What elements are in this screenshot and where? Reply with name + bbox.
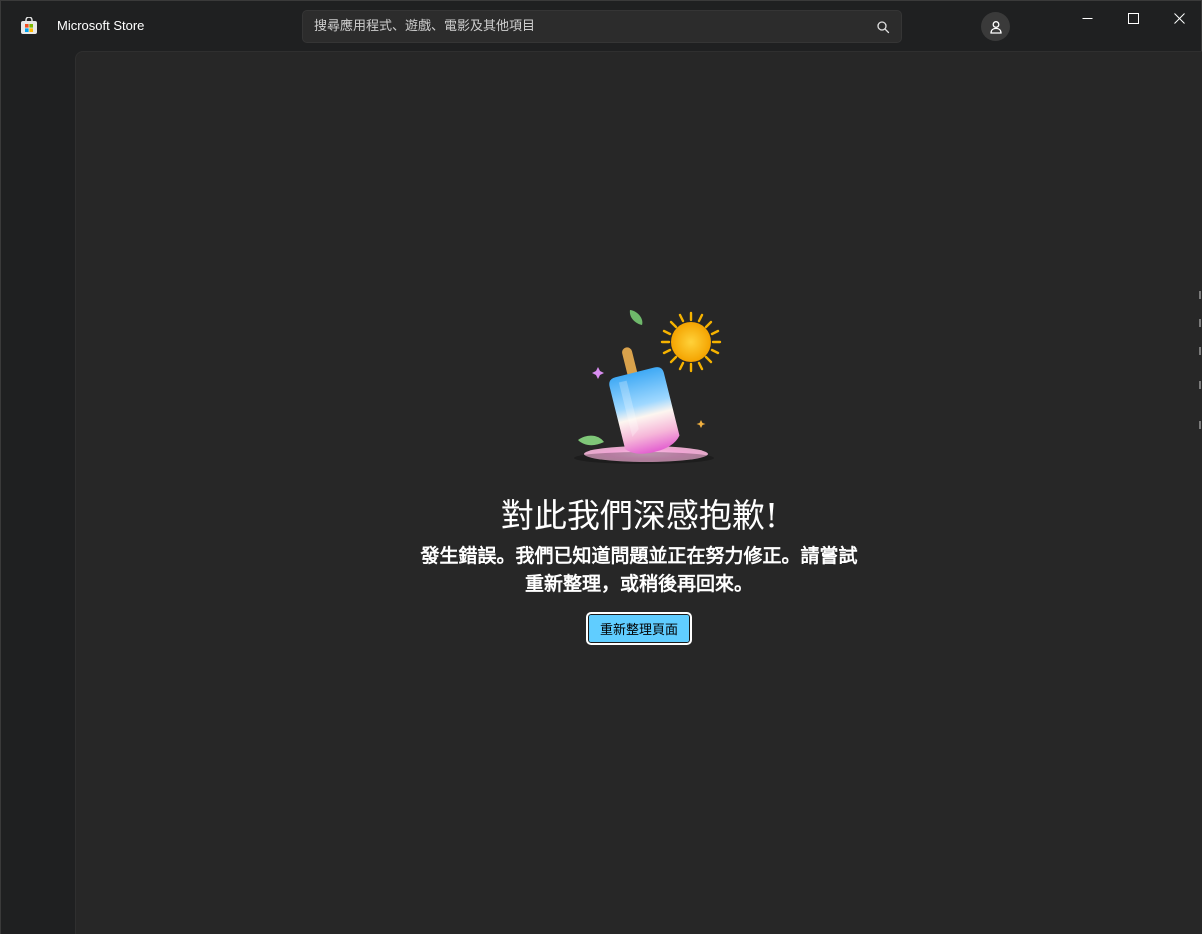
maximize-button[interactable] bbox=[1110, 1, 1156, 35]
app-title: Microsoft Store bbox=[57, 18, 145, 33]
error-title: 對此我們深感抱歉! bbox=[500, 496, 779, 535]
person-icon bbox=[989, 20, 1002, 34]
close-icon bbox=[1173, 12, 1185, 24]
refresh-page-button[interactable]: 重新整理頁面 bbox=[586, 612, 692, 645]
account-button[interactable] bbox=[981, 12, 1010, 41]
close-button[interactable] bbox=[1156, 1, 1202, 35]
store-bag-icon bbox=[21, 17, 37, 34]
main-content: 對此我們深感抱歉! 發生錯誤。我們已知道問題並正在努力修正。請嘗試 重新整理，或… bbox=[75, 51, 1202, 934]
error-message-line-2: 重新整理，或稍後再回來。 bbox=[524, 573, 753, 595]
error-message-line-1: 發生錯誤。我們已知道問題並正在努力修正。請嘗試 bbox=[420, 545, 858, 567]
minimize-icon bbox=[1082, 17, 1092, 19]
store-window: Microsoft Store 搜尋應用程式、遊戲、電影及其他項目 對此我們深感… bbox=[0, 0, 1202, 934]
error-message: 發生錯誤。我們已知道問題並正在努力修正。請嘗試 重新整理，或稍後再回來。 bbox=[389, 542, 889, 598]
scrollbar-edge bbox=[1199, 291, 1201, 429]
title-bar: Microsoft Store bbox=[1, 1, 1201, 51]
search-icon[interactable] bbox=[876, 20, 890, 34]
melting-popsicle-illustration bbox=[574, 310, 722, 464]
minimize-button[interactable] bbox=[1064, 1, 1110, 35]
search-box[interactable] bbox=[302, 10, 902, 43]
navigation-rail bbox=[1, 51, 75, 934]
search-input[interactable] bbox=[303, 11, 863, 42]
maximize-icon bbox=[1127, 12, 1139, 24]
